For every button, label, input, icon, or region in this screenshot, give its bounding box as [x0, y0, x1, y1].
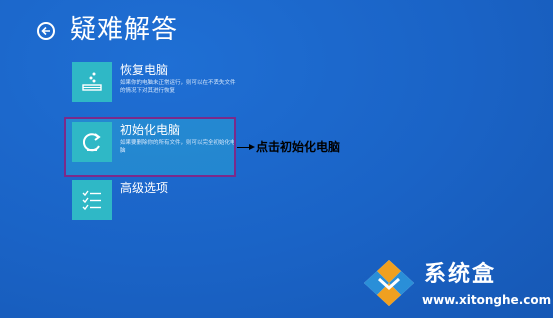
option-restore-pc[interactable]: 恢复电脑 如果你的电脑未正常运行，则可以在不丢失文件的情况下对其进行恢复: [72, 62, 240, 102]
highlight-box: [64, 117, 236, 177]
back-arrow-icon: [41, 26, 50, 36]
option-desc: 如果你的电脑未正常运行，则可以在不丢失文件的情况下对其进行恢复: [120, 80, 236, 94]
annotation-arrow-icon: [249, 144, 255, 150]
annotation-text: 点击初始化电脑: [256, 140, 341, 154]
option-title: 高级选项: [120, 181, 169, 195]
watermark-name: 系统盒: [424, 262, 497, 287]
option-title: 恢复电脑: [120, 63, 169, 77]
checklist-icon: [72, 180, 112, 220]
xitonghe-logo-icon: [364, 260, 414, 306]
back-button[interactable]: [37, 22, 55, 40]
watermark-url: www.xitonghe.com: [422, 293, 552, 307]
option-advanced[interactable]: 高级选项: [72, 180, 168, 220]
restore-icon: [72, 62, 112, 102]
page-title: 疑难解答: [70, 15, 179, 45]
